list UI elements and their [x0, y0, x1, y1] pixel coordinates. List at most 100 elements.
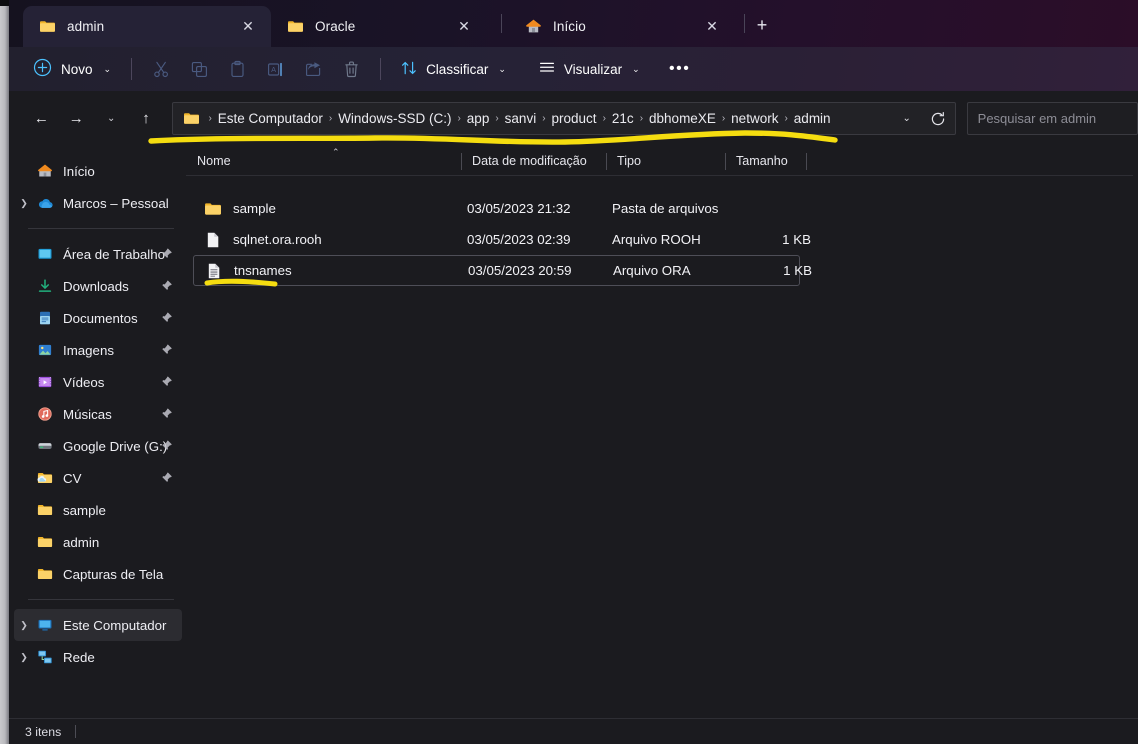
chevron-right-icon[interactable]: ❯ — [14, 198, 34, 209]
sidebar-item-este-computador[interactable]: ❯ Este Computador — [14, 609, 182, 641]
address-bar-row: ← → ⌄ ↑ › Este Computador › Windows-SSD … — [9, 91, 1138, 146]
text-file-icon — [205, 262, 224, 280]
tab-close-button[interactable]: ✕ — [451, 14, 477, 40]
breadcrumb-item-este-computador[interactable]: Este Computador — [213, 109, 328, 128]
back-button[interactable]: ← — [27, 104, 56, 134]
toolbar-divider — [380, 58, 382, 80]
sidebar-item-sample[interactable]: sample — [14, 494, 182, 526]
file-size-cell: 1 KB — [782, 232, 811, 247]
pin-icon[interactable] — [160, 280, 173, 293]
new-tab-button[interactable]: + — [748, 12, 776, 38]
breadcrumb-item-admin[interactable]: admin — [789, 109, 836, 128]
sidebar-item-videos[interactable]: Vídeos — [14, 366, 182, 398]
column-divider[interactable] — [806, 153, 807, 170]
network-icon — [34, 649, 56, 665]
rename-icon[interactable]: A — [256, 54, 294, 84]
sidebar-item-downloads[interactable]: Downloads — [14, 270, 182, 302]
refresh-icon[interactable] — [921, 111, 955, 127]
column-header-tamanho[interactable]: Tamanho — [725, 146, 806, 176]
sidebar-item-cv[interactable]: CV — [14, 462, 182, 494]
chevron-down-icon: ⌄ — [498, 63, 506, 74]
table-row[interactable]: tnsnames 03/05/2023 20:59 Arquivo ORA 1 … — [193, 255, 812, 286]
sidebar-item-label: Área de Trabalho — [63, 246, 166, 262]
folder-icon — [34, 566, 56, 582]
breadcrumb-item-21c[interactable]: 21c — [607, 109, 639, 128]
pin-icon[interactable] — [160, 472, 173, 485]
cut-icon[interactable] — [142, 54, 180, 84]
table-row[interactable]: sqlnet.ora.rooh 03/05/2023 02:39 Arquivo… — [193, 224, 811, 255]
table-row[interactable]: sample 03/05/2023 21:32 Pasta de arquivo… — [193, 193, 800, 224]
breadcrumb: › Este Computador › Windows-SSD (C:) › a… — [207, 109, 892, 128]
sidebar-item-marcos-pessoal[interactable]: ❯ Marcos – Pessoal — [14, 187, 182, 219]
tab-inicio[interactable]: Início ✕ — [509, 6, 737, 47]
sidebar-item-label: sample — [63, 502, 106, 518]
sidebar-item-capturas-de-tela[interactable]: Capturas de Tela — [14, 558, 182, 590]
column-header-nome[interactable]: Nome — [186, 146, 461, 176]
file-type-cell: Arquivo ORA — [613, 263, 691, 278]
plus-circle-icon — [33, 58, 52, 80]
copy-icon[interactable] — [180, 54, 218, 84]
sidebar-item-area-de-trabalho[interactable]: Área de Trabalho — [14, 238, 182, 270]
navigation-pane[interactable]: Início ❯ Marcos – Pessoal Área de Trabal… — [10, 146, 186, 718]
more-options-button[interactable]: ••• — [663, 54, 697, 84]
file-list-pane: Nome ⌃ Data de modificação Tipo Tamanho — [186, 146, 1133, 718]
title-bar: admin ✕ Oracle ✕ Início ✕ + — [9, 0, 1138, 47]
view-button[interactable]: Visualizar ⌄ — [529, 54, 649, 85]
paste-icon[interactable] — [218, 54, 256, 84]
delete-icon[interactable] — [332, 54, 370, 84]
breadcrumb-item-sanvi[interactable]: sanvi — [500, 109, 542, 128]
forward-button[interactable]: → — [62, 104, 91, 134]
sort-arrows-icon — [400, 59, 418, 80]
tab-divider — [501, 14, 502, 33]
window-corner-gap — [0, 0, 9, 6]
up-button[interactable]: ↑ — [132, 104, 161, 134]
sidebar-item-musicas[interactable]: Músicas — [14, 398, 182, 430]
sidebar-item-imagens[interactable]: Imagens — [14, 334, 182, 366]
pin-icon[interactable] — [160, 248, 173, 261]
toolbar-divider — [131, 58, 133, 80]
tab-label: Oracle — [315, 19, 356, 34]
share-icon[interactable] — [294, 54, 332, 84]
music-icon — [34, 406, 56, 422]
breadcrumb-item-product[interactable]: product — [547, 109, 602, 128]
breadcrumb-item-network[interactable]: network — [726, 109, 783, 128]
sidebar-item-label: Este Computador — [63, 617, 167, 633]
view-button-label: Visualizar — [563, 61, 623, 77]
pin-icon[interactable] — [160, 408, 173, 421]
blank-file-icon — [204, 231, 223, 249]
sidebar-item-documentos[interactable]: Documentos — [14, 302, 182, 334]
sidebar-item-admin[interactable]: admin — [14, 526, 182, 558]
column-header-data[interactable]: Data de modificação — [461, 146, 606, 176]
sidebar-item-inicio[interactable]: Início — [14, 155, 182, 187]
sidebar-item-google-drive[interactable]: Google Drive (G:) — [14, 430, 182, 462]
column-header-tipo[interactable]: Tipo — [606, 146, 725, 176]
pin-icon[interactable] — [160, 312, 173, 325]
chevron-right-icon[interactable]: ❯ — [14, 620, 34, 631]
new-button[interactable]: Novo ⌄ — [27, 53, 121, 85]
sidebar-item-label: CV — [63, 470, 82, 486]
search-box[interactable] — [966, 102, 1138, 135]
sidebar-item-label: Documentos — [63, 310, 138, 326]
breadcrumb-item-windows-ssd[interactable]: Windows-SSD (C:) — [333, 109, 456, 128]
breadcrumb-item-app[interactable]: app — [462, 109, 495, 128]
pin-icon[interactable] — [160, 344, 173, 357]
tab-close-button[interactable]: ✕ — [235, 14, 261, 40]
drive-icon — [34, 438, 56, 454]
recent-locations-button[interactable]: ⌄ — [97, 104, 126, 134]
tab-admin[interactable]: admin ✕ — [23, 6, 271, 47]
search-input[interactable] — [967, 111, 1137, 126]
folder-icon — [39, 18, 56, 35]
breadcrumb-item-dbhomexe[interactable]: dbhomeXE — [644, 109, 721, 128]
column-label: Tipo — [617, 154, 642, 168]
file-name-cell: sample — [204, 200, 276, 218]
sidebar-item-rede[interactable]: ❯ Rede — [14, 641, 182, 673]
pin-icon[interactable] — [160, 376, 173, 389]
sort-button[interactable]: Classificar ⌄ — [391, 54, 515, 85]
sidebar-item-label: Músicas — [63, 406, 112, 422]
address-bar[interactable]: › Este Computador › Windows-SSD (C:) › a… — [172, 102, 956, 135]
pin-icon[interactable] — [160, 440, 173, 453]
address-dropdown-button[interactable]: ⌄ — [893, 113, 921, 124]
tab-oracle[interactable]: Oracle ✕ — [271, 6, 489, 47]
chevron-right-icon[interactable]: ❯ — [14, 652, 34, 663]
tab-close-button[interactable]: ✕ — [699, 14, 725, 40]
